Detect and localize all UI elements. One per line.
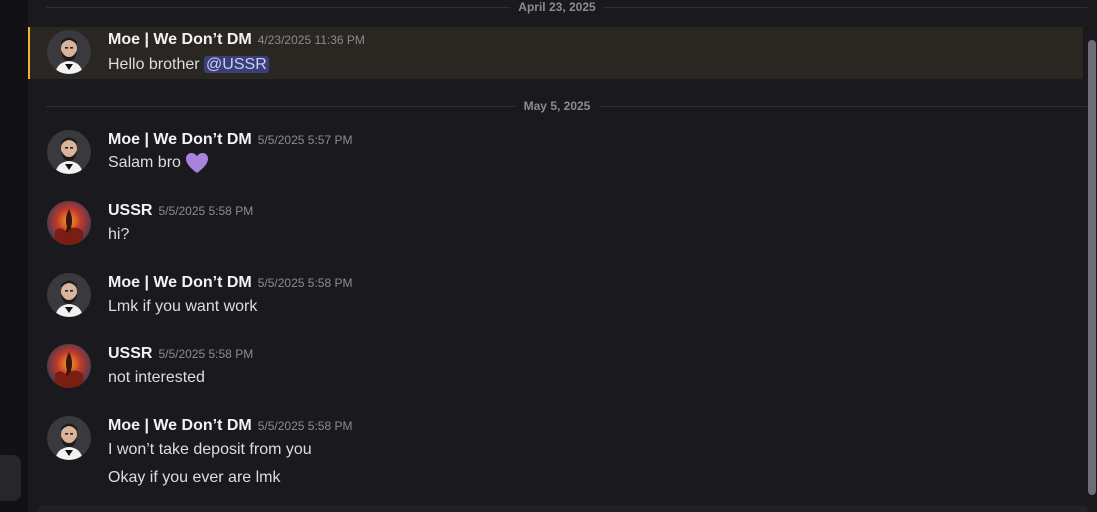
message-group[interactable]: USSR 5/5/2025 5:58 PM hi? [28, 201, 1083, 251]
purple-heart-icon[interactable] [185, 152, 209, 174]
moe-avatar[interactable] [47, 273, 91, 317]
username[interactable]: USSR [108, 202, 152, 219]
message-text: Salam bro [108, 154, 186, 172]
moe-avatar[interactable] [47, 130, 91, 174]
message-header: Moe | We Don’t DM 5/5/2025 5:58 PM [108, 416, 352, 436]
username[interactable]: USSR [108, 345, 152, 362]
message-group[interactable]: Moe | We Don’t DM 5/5/2025 5:58 PM I won’… [28, 416, 1083, 496]
message-text: Hello brother [108, 56, 205, 73]
user-mention[interactable]: @USSR [204, 56, 269, 73]
scrollbar-thumb[interactable] [1088, 40, 1096, 495]
message-content: Okay if you ever are lmk [108, 469, 281, 486]
date-divider-label: April 23, 2025 [510, 0, 604, 14]
timestamp[interactable]: 5/5/2025 5:58 PM [158, 347, 253, 361]
username[interactable]: Moe | We Don’t DM [108, 131, 252, 148]
server-sidebar [0, 0, 28, 512]
message-group[interactable]: USSR 5/5/2025 5:58 PM not interested [28, 344, 1083, 394]
message-content: not interested [108, 369, 205, 386]
message-content: Hello brother @USSR [108, 54, 269, 76]
message-header: USSR 5/5/2025 5:58 PM [108, 201, 253, 221]
message-composer[interactable] [38, 505, 1088, 512]
moe-avatar[interactable] [47, 30, 91, 74]
message-group[interactable]: Moe | We Don’t DM 5/5/2025 5:58 PM Lmk if… [28, 273, 1083, 323]
message-content: Lmk if you want work [108, 298, 258, 315]
timestamp[interactable]: 5/5/2025 5:58 PM [258, 419, 353, 433]
message-header: Moe | We Don’t DM 4/23/2025 11:36 PM [108, 30, 365, 50]
ussr-avatar[interactable] [47, 344, 91, 388]
message-header: Moe | We Don’t DM 5/5/2025 5:58 PM [108, 273, 352, 293]
message-group[interactable]: Moe | We Don’t DM 5/5/2025 5:57 PM Salam … [28, 130, 1083, 180]
username[interactable]: Moe | We Don’t DM [108, 31, 252, 48]
message-content: hi? [108, 226, 130, 243]
message-header: USSR 5/5/2025 5:58 PM [108, 344, 253, 364]
username[interactable]: Moe | We Don’t DM [108, 274, 252, 291]
message-content: I won’t take deposit from you [108, 441, 312, 458]
timestamp[interactable]: 5/5/2025 5:57 PM [258, 133, 353, 147]
timestamp[interactable]: 5/5/2025 5:58 PM [258, 276, 353, 290]
ussr-avatar[interactable] [47, 201, 91, 245]
timestamp[interactable]: 4/23/2025 11:36 PM [258, 33, 365, 47]
timestamp[interactable]: 5/5/2025 5:58 PM [158, 204, 253, 218]
message-content: Salam bro [108, 152, 209, 174]
chat-messages: April 23, 2025 Moe | We Don’t DM 4/23/202… [28, 0, 1094, 512]
message-header: Moe | We Don’t DM 5/5/2025 5:57 PM [108, 130, 352, 150]
sidebar-button[interactable] [0, 455, 21, 501]
username[interactable]: Moe | We Don’t DM [108, 417, 252, 434]
date-divider-label: May 5, 2025 [515, 99, 599, 113]
message-group[interactable]: Moe | We Don’t DM 4/23/2025 11:36 PM Hell… [28, 30, 1083, 80]
moe-avatar[interactable] [47, 416, 91, 460]
